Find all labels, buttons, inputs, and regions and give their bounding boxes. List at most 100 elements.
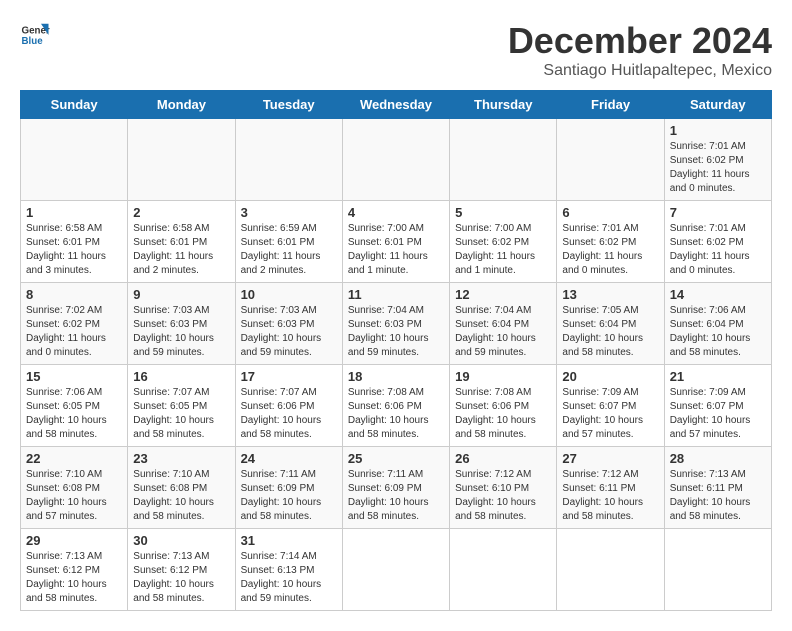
day-info: Sunrise: 7:11 AMSunset: 6:09 PMDaylight:… — [241, 469, 322, 522]
day-number: 7 — [670, 205, 766, 220]
day-info: Sunrise: 7:03 AMSunset: 6:03 PMDaylight:… — [241, 305, 322, 358]
week-row-1: 1 Sunrise: 7:01 AMSunset: 6:02 PMDaylight… — [21, 119, 772, 201]
day-info: Sunrise: 7:13 AMSunset: 6:11 PMDaylight:… — [670, 469, 751, 522]
calendar-cell: 25Sunrise: 7:11 AMSunset: 6:09 PMDayligh… — [342, 447, 449, 529]
calendar-cell: 28Sunrise: 7:13 AMSunset: 6:11 PMDayligh… — [664, 447, 771, 529]
day-info: Sunrise: 7:07 AMSunset: 6:06 PMDaylight:… — [241, 387, 322, 440]
day-number: 27 — [562, 451, 658, 466]
calendar-cell: 1 Sunrise: 7:01 AMSunset: 6:02 PMDaylight… — [664, 119, 771, 201]
day-info: Sunrise: 6:59 AMSunset: 6:01 PMDaylight:… — [241, 223, 321, 276]
day-info: Sunrise: 7:06 AMSunset: 6:04 PMDaylight:… — [670, 305, 751, 358]
calendar-cell — [557, 529, 664, 611]
day-number: 6 — [562, 205, 658, 220]
col-header-wednesday: Wednesday — [342, 91, 449, 119]
calendar-header-row: SundayMondayTuesdayWednesdayThursdayFrid… — [21, 91, 772, 119]
col-header-saturday: Saturday — [664, 91, 771, 119]
day-number: 18 — [348, 369, 444, 384]
day-number: 2 — [133, 205, 229, 220]
calendar-cell: 5Sunrise: 7:00 AMSunset: 6:02 PMDaylight… — [450, 201, 557, 283]
calendar-cell: 7Sunrise: 7:01 AMSunset: 6:02 PMDaylight… — [664, 201, 771, 283]
day-info: Sunrise: 7:04 AMSunset: 6:04 PMDaylight:… — [455, 305, 536, 358]
day-number: 1 — [670, 123, 766, 138]
day-info: Sunrise: 7:10 AMSunset: 6:08 PMDaylight:… — [133, 469, 214, 522]
calendar-cell: 9 Sunrise: 7:03 AMSunset: 6:03 PMDaylight… — [128, 283, 235, 365]
day-number: 12 — [455, 287, 551, 302]
day-info: Sunrise: 6:58 AMSunset: 6:01 PMDaylight:… — [133, 223, 213, 276]
calendar-cell: 15Sunrise: 7:06 AMSunset: 6:05 PMDayligh… — [21, 365, 128, 447]
week-row-3: 8Sunrise: 7:02 AMSunset: 6:02 PMDaylight… — [21, 283, 772, 365]
calendar-cell: 26Sunrise: 7:12 AMSunset: 6:10 PMDayligh… — [450, 447, 557, 529]
svg-text:Blue: Blue — [22, 36, 44, 47]
calendar-table: SundayMondayTuesdayWednesdayThursdayFrid… — [20, 90, 772, 611]
day-number: 31 — [241, 533, 337, 548]
calendar-cell: 22Sunrise: 7:10 AMSunset: 6:08 PMDayligh… — [21, 447, 128, 529]
day-number: 24 — [241, 451, 337, 466]
day-info: Sunrise: 7:09 AMSunset: 6:07 PMDaylight:… — [670, 387, 751, 440]
day-number: 16 — [133, 369, 229, 384]
col-header-friday: Friday — [557, 91, 664, 119]
calendar-cell: 14 Sunrise: 7:06 AMSunset: 6:04 PMDayligh… — [664, 283, 771, 365]
day-info: Sunrise: 7:14 AMSunset: 6:13 PMDaylight:… — [241, 551, 322, 604]
day-number: 9 — [133, 287, 229, 302]
col-header-monday: Monday — [128, 91, 235, 119]
calendar-cell: 19 Sunrise: 7:08 AMSunset: 6:06 PMDayligh… — [450, 365, 557, 447]
calendar-cell: 31 Sunrise: 7:14 AMSunset: 6:13 PMDayligh… — [235, 529, 342, 611]
day-info: Sunrise: 7:01 AMSunset: 6:02 PMDaylight:… — [562, 223, 642, 276]
day-number: 30 — [133, 533, 229, 548]
week-row-6: 29 Sunrise: 7:13 AMSunset: 6:12 PMDayligh… — [21, 529, 772, 611]
day-info: Sunrise: 7:12 AMSunset: 6:11 PMDaylight:… — [562, 469, 643, 522]
col-header-tuesday: Tuesday — [235, 91, 342, 119]
calendar-cell: 1Sunrise: 6:58 AMSunset: 6:01 PMDaylight… — [21, 201, 128, 283]
day-info: Sunrise: 7:01 AMSunset: 6:02 PMDaylight:… — [670, 141, 750, 194]
calendar-cell: 8Sunrise: 7:02 AMSunset: 6:02 PMDaylight… — [21, 283, 128, 365]
calendar-cell: 13Sunrise: 7:05 AMSunset: 6:04 PMDayligh… — [557, 283, 664, 365]
day-number: 25 — [348, 451, 444, 466]
day-info: Sunrise: 7:12 AMSunset: 6:10 PMDaylight:… — [455, 469, 536, 522]
day-number: 19 — [455, 369, 551, 384]
day-number: 5 — [455, 205, 551, 220]
day-number: 3 — [241, 205, 337, 220]
calendar-cell: 27 Sunrise: 7:12 AMSunset: 6:11 PMDayligh… — [557, 447, 664, 529]
day-info: Sunrise: 7:02 AMSunset: 6:02 PMDaylight:… — [26, 305, 106, 358]
calendar-cell: 10 Sunrise: 7:03 AMSunset: 6:03 PMDayligh… — [235, 283, 342, 365]
logo: General Blue — [20, 20, 50, 50]
header: General Blue December 2024 Santiago Huit… — [20, 20, 772, 80]
main-title: December 2024 — [508, 20, 772, 62]
calendar-cell — [342, 119, 449, 201]
day-info: Sunrise: 7:10 AMSunset: 6:08 PMDaylight:… — [26, 469, 107, 522]
day-number: 15 — [26, 369, 122, 384]
calendar-cell — [128, 119, 235, 201]
day-info: Sunrise: 7:08 AMSunset: 6:06 PMDaylight:… — [348, 387, 429, 440]
day-number: 11 — [348, 287, 444, 302]
calendar-cell — [664, 529, 771, 611]
calendar-cell — [450, 119, 557, 201]
calendar-cell: 11 Sunrise: 7:04 AMSunset: 6:03 PMDayligh… — [342, 283, 449, 365]
day-number: 17 — [241, 369, 337, 384]
day-number: 23 — [133, 451, 229, 466]
day-number: 14 — [670, 287, 766, 302]
day-info: Sunrise: 7:00 AMSunset: 6:01 PMDaylight:… — [348, 223, 428, 276]
calendar-cell — [450, 529, 557, 611]
day-info: Sunrise: 7:04 AMSunset: 6:03 PMDaylight:… — [348, 305, 429, 358]
calendar-cell — [235, 119, 342, 201]
calendar-cell: 4Sunrise: 7:00 AMSunset: 6:01 PMDaylight… — [342, 201, 449, 283]
week-row-2: 1 Sunrise: 6:58 AMSunset: 6:01 PMDaylight… — [21, 201, 772, 283]
day-number: 21 — [670, 369, 766, 384]
week-row-4: 15Sunrise: 7:06 AMSunset: 6:05 PMDayligh… — [21, 365, 772, 447]
calendar-cell — [21, 119, 128, 201]
calendar-cell: 6 Sunrise: 7:01 AMSunset: 6:02 PMDaylight… — [557, 201, 664, 283]
day-number: 1 — [26, 205, 122, 220]
day-info: Sunrise: 7:07 AMSunset: 6:05 PMDaylight:… — [133, 387, 214, 440]
calendar-cell: 3 Sunrise: 6:59 AMSunset: 6:01 PMDaylight… — [235, 201, 342, 283]
day-info: Sunrise: 7:13 AMSunset: 6:12 PMDaylight:… — [133, 551, 214, 604]
calendar-cell: 23 Sunrise: 7:10 AMSunset: 6:08 PMDayligh… — [128, 447, 235, 529]
day-info: Sunrise: 7:08 AMSunset: 6:06 PMDaylight:… — [455, 387, 536, 440]
calendar-cell: 21 Sunrise: 7:09 AMSunset: 6:07 PMDayligh… — [664, 365, 771, 447]
day-number: 10 — [241, 287, 337, 302]
calendar-cell: 16 Sunrise: 7:07 AMSunset: 6:05 PMDayligh… — [128, 365, 235, 447]
day-info: Sunrise: 7:03 AMSunset: 6:03 PMDaylight:… — [133, 305, 214, 358]
title-area: December 2024 Santiago Huitlapaltepec, M… — [508, 20, 772, 80]
col-header-thursday: Thursday — [450, 91, 557, 119]
day-number: 29 — [26, 533, 122, 548]
subtitle: Santiago Huitlapaltepec, Mexico — [508, 62, 772, 80]
